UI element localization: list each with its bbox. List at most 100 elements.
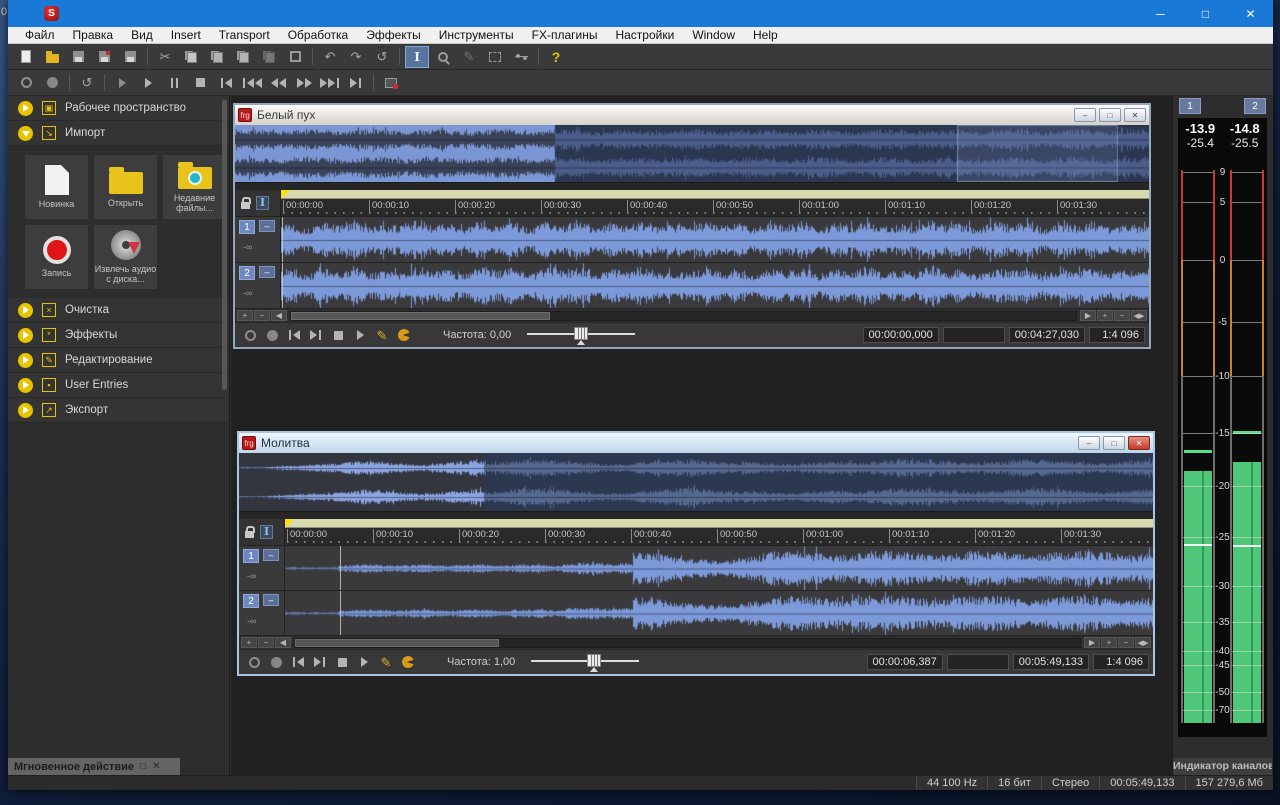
fit-view-button[interactable]: ◀▶ [1135, 637, 1151, 648]
sidebar-section-import[interactable]: ↘ Импорт [8, 121, 229, 146]
doc-window-2-titlebar[interactable]: frg Молитва – □ ✕ [239, 433, 1153, 453]
record-button[interactable] [262, 326, 282, 344]
channel-2-badge[interactable]: 2 [239, 266, 255, 280]
doc-window-1[interactable]: frg Белый пух – □ ✕ I 00:00:00 00:00:10 00… [233, 103, 1151, 349]
channel-2-waveform[interactable] [285, 591, 1153, 635]
fit-view-button[interactable]: ◀▶ [1131, 310, 1147, 321]
doc-window-2[interactable]: frg Молитва – □ ✕ I 00:00:00 00:00:10 00:0… [237, 431, 1155, 676]
time-ruler[interactable]: 00:00:00 00:00:10 00:00:20 00:00:30 00:00:40… [281, 199, 1149, 216]
stop-button[interactable] [328, 326, 348, 344]
rewind-button[interactable] [266, 72, 290, 94]
edit-tool-icon[interactable]: I [260, 525, 274, 539]
doc-window-1-titlebar[interactable]: frg Белый пух – □ ✕ [235, 105, 1149, 125]
tile-record[interactable]: Запись [25, 225, 88, 289]
menu-5[interactable]: Transport [210, 27, 279, 43]
doc-close-button[interactable]: ✕ [1124, 108, 1146, 122]
play-button[interactable] [354, 653, 374, 671]
go-to-end-button[interactable] [310, 653, 330, 671]
sidebar-section-user-entries[interactable]: ▪ User Entries [8, 373, 229, 398]
tile-new-file[interactable]: Новинка [25, 155, 88, 219]
titlebar[interactable]: S ─ □ ✕ [8, 0, 1273, 27]
scroll-right-button[interactable]: ▶ [1084, 637, 1100, 648]
speaker-button[interactable] [398, 653, 418, 671]
help-tool-button[interactable]: ? [544, 46, 568, 68]
go-to-start-button[interactable] [288, 653, 308, 671]
menu-7[interactable]: Эффекты [357, 27, 430, 43]
zoom-in-button[interactable]: + [241, 637, 257, 648]
sidebar-section-editing[interactable]: ✎ Редактирование [8, 348, 229, 373]
trim-button[interactable] [283, 46, 307, 68]
selection-field[interactable] [942, 327, 1005, 343]
minimize-button[interactable]: ─ [1138, 0, 1183, 27]
channel-minimize-button[interactable]: – [263, 549, 279, 561]
play-all-button[interactable] [110, 72, 134, 94]
open-button[interactable] [40, 46, 64, 68]
loop-bar[interactable] [285, 519, 1153, 528]
doc-restore-button[interactable]: □ [1099, 108, 1121, 122]
length-field[interactable]: 00:04:27,030 [1008, 327, 1085, 343]
zoom-in-button[interactable]: + [1097, 310, 1113, 321]
save-all-button[interactable] [118, 46, 142, 68]
go-to-end-button[interactable] [306, 326, 326, 344]
stop-button[interactable] [188, 72, 212, 94]
record-button[interactable] [40, 72, 64, 94]
undo-button[interactable]: ↶ [318, 46, 342, 68]
doc-close-button[interactable]: ✕ [1128, 436, 1150, 450]
forward-button[interactable] [292, 72, 316, 94]
play-button[interactable] [350, 326, 370, 344]
go-to-start-button[interactable] [284, 326, 304, 344]
play-button[interactable] [136, 72, 160, 94]
length-field[interactable]: 00:05:49,133 [1012, 654, 1089, 670]
scroll-left-button[interactable]: ◀ [275, 637, 291, 648]
go-to-end-button[interactable] [344, 72, 368, 94]
record-remote-button[interactable] [244, 653, 264, 671]
menu-3[interactable]: Вид [122, 27, 162, 43]
record-remote-button[interactable] [240, 326, 260, 344]
paste-button[interactable] [205, 46, 229, 68]
record-remote-button[interactable] [14, 72, 38, 94]
meter-panel-title[interactable]: Индикатор каналов [1173, 758, 1272, 775]
lock-icon[interactable] [245, 525, 255, 538]
scrollbar-track[interactable] [294, 637, 1081, 648]
zoom-out-button[interactable]: − [254, 310, 270, 321]
cursor-position-field[interactable]: 00:00:06,387 [866, 654, 943, 670]
channel-minimize-button[interactable]: – [259, 220, 275, 232]
scrollbar-thumb[interactable] [291, 311, 551, 320]
sidebar-section-export[interactable]: ↗ Экспорт [8, 398, 229, 423]
stop-button[interactable] [332, 653, 352, 671]
sidebar-section-workspace[interactable]: ▣ Рабочее пространство [8, 96, 229, 121]
edit-tool-button[interactable]: I [405, 45, 429, 68]
doc-minimize-button[interactable]: – [1074, 108, 1096, 122]
scribble-tool-button[interactable]: ✎ [376, 653, 396, 671]
record-button[interactable] [266, 653, 286, 671]
zoom-ratio-field[interactable]: 1:4 096 [1093, 654, 1149, 670]
menu-6[interactable]: Обработка [279, 27, 358, 43]
next-marker-button[interactable] [318, 72, 342, 94]
menu-4[interactable]: Insert [162, 27, 210, 43]
paste-mix-button[interactable] [257, 46, 281, 68]
cut-button[interactable]: ✂ [153, 46, 177, 68]
menu-2[interactable]: Правка [64, 27, 123, 43]
zoom-in-button[interactable]: + [1101, 637, 1117, 648]
sidebar-scrollbar[interactable] [222, 100, 227, 390]
zoom-tool-button[interactable] [431, 46, 455, 68]
zoom-out-button[interactable]: − [258, 637, 274, 648]
select-tool-button[interactable] [483, 46, 507, 68]
menu-1[interactable]: Файл [16, 27, 64, 43]
cursor-position-field[interactable]: 00:00:00,000 [862, 327, 939, 343]
repeat-button[interactable]: ↺ [370, 46, 394, 68]
menu-10[interactable]: Настройки [606, 27, 683, 43]
focus-data-window-button[interactable] [379, 72, 403, 94]
overview-waveform[interactable] [239, 453, 1153, 511]
zoom-ratio-field[interactable]: 1:4 096 [1089, 327, 1145, 343]
save-button[interactable] [66, 46, 90, 68]
envelope-tool-button[interactable] [509, 46, 533, 68]
close-button[interactable]: ✕ [1228, 0, 1273, 27]
scrollbar-track[interactable] [290, 310, 1077, 321]
menu-11[interactable]: Window [683, 27, 744, 43]
channel-2-waveform[interactable] [281, 263, 1149, 308]
selection-field[interactable] [946, 654, 1009, 670]
menu-8[interactable]: Инструменты [430, 27, 523, 43]
instant-action-tab[interactable]: Мгновенное действие □ ✕ [8, 758, 180, 775]
tile-recent-files[interactable]: Недавние файлы... [163, 155, 226, 219]
